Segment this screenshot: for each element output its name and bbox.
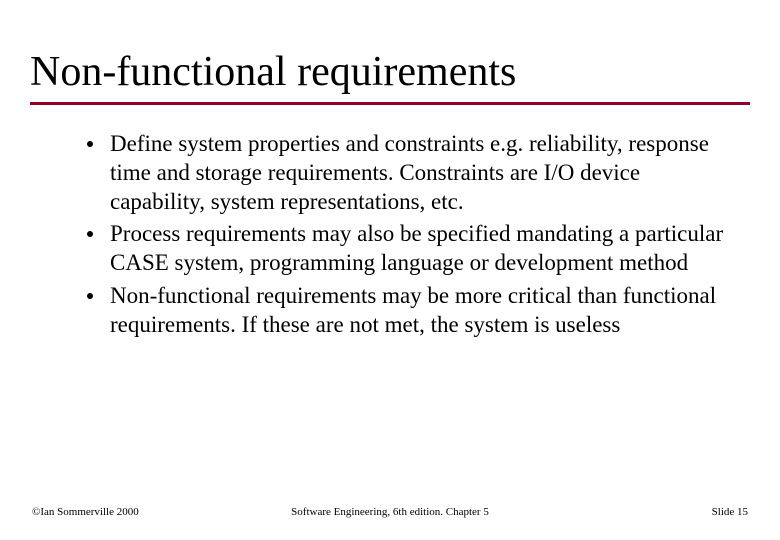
footer: ©Ian Sommerville 2000 Software Engineeri… [0, 506, 780, 518]
bullet-icon [70, 282, 110, 299]
slide: Non-functional requirements Define syste… [0, 0, 780, 540]
bullet-icon [70, 130, 110, 147]
footer-slide-no: Slide 15 [509, 506, 748, 518]
bullet-text: Process requirements may also be specifi… [110, 220, 740, 278]
bullet-list: Define system properties and constraints… [70, 130, 740, 343]
bullet-text: Non-functional requirements may be more … [110, 282, 740, 340]
bullet-icon [70, 220, 110, 237]
footer-copyright: ©Ian Sommerville 2000 [32, 506, 271, 518]
footer-book: Software Engineering, 6th edition. Chapt… [271, 506, 510, 518]
bullet-text: Define system properties and constraints… [110, 130, 740, 216]
slide-title: Non-functional requirements [30, 48, 750, 100]
title-block: Non-functional requirements [30, 48, 750, 105]
list-item: Non-functional requirements may be more … [70, 282, 740, 340]
title-underline [30, 102, 750, 105]
list-item: Define system properties and constraints… [70, 130, 740, 216]
list-item: Process requirements may also be specifi… [70, 220, 740, 278]
